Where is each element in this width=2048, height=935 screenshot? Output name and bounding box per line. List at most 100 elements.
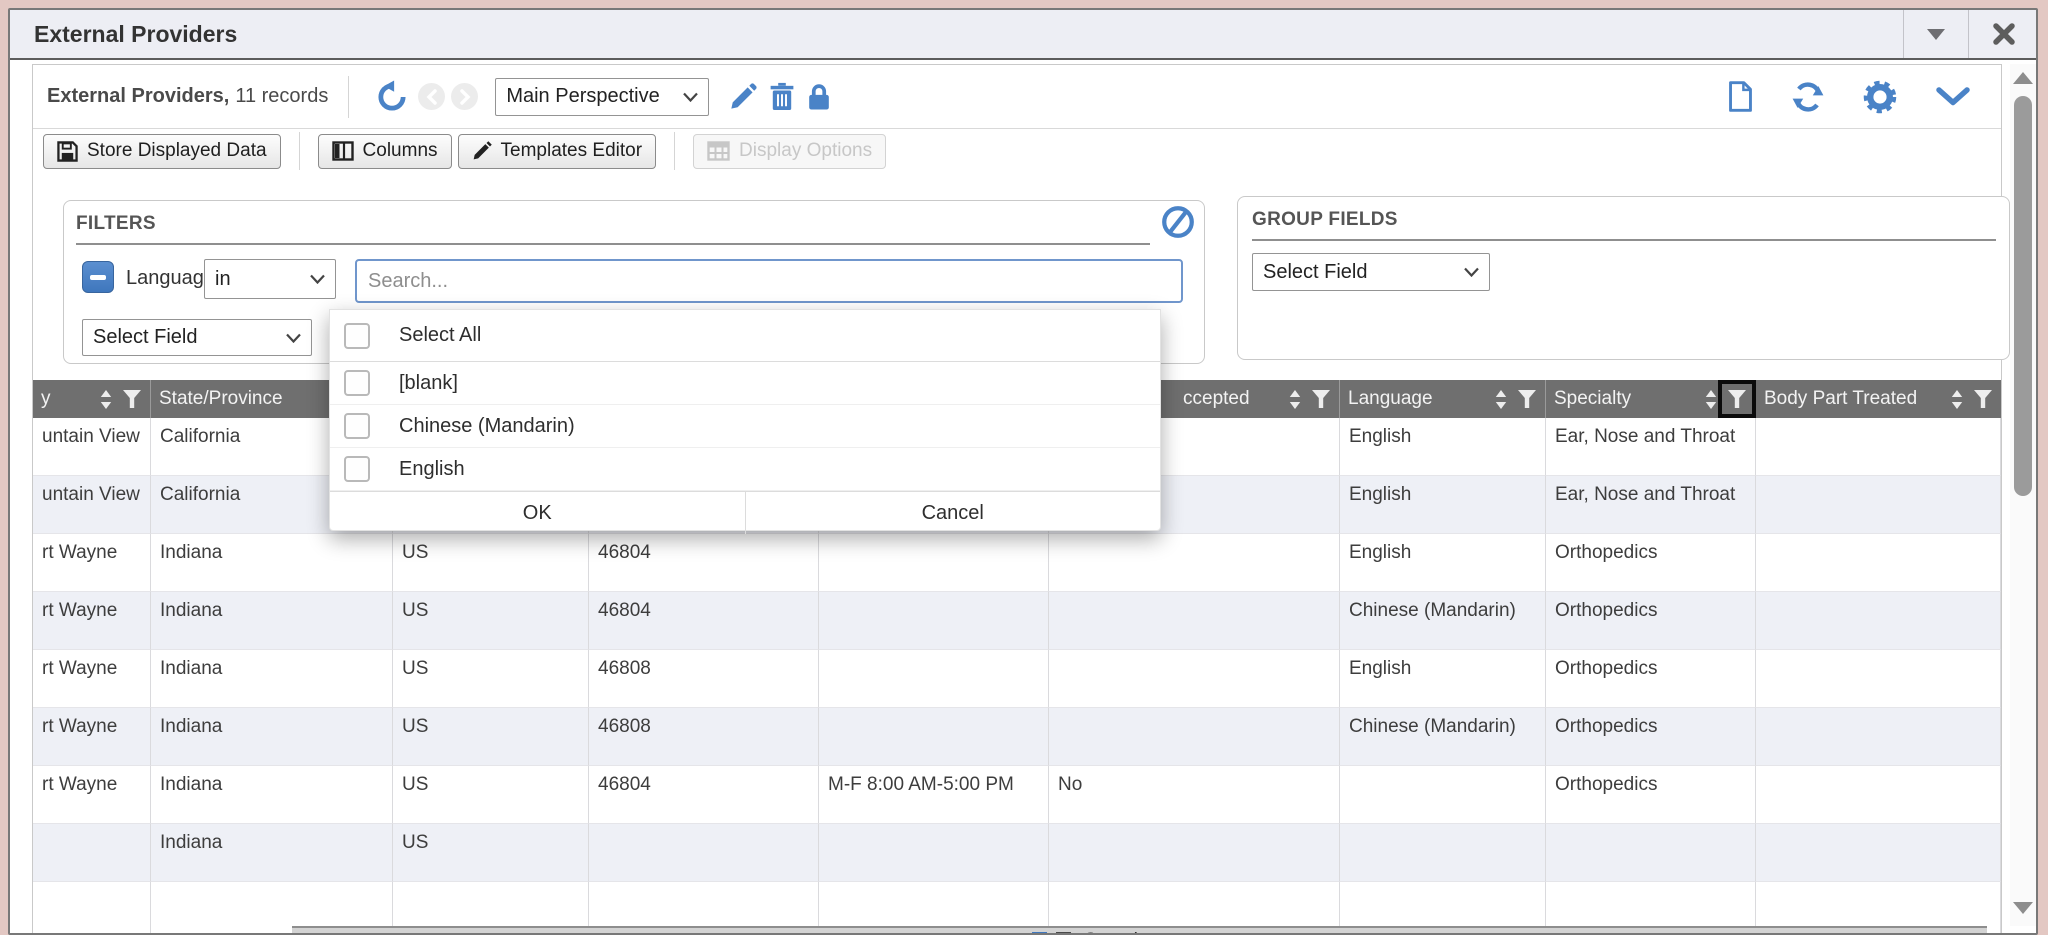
filter-icon[interactable]	[1517, 389, 1537, 409]
filter-icon[interactable]	[1727, 389, 1747, 409]
chevron-down-icon	[1935, 86, 1971, 107]
table-cell: untain View	[33, 418, 151, 476]
sort-icon[interactable]	[98, 388, 114, 411]
table-cell	[1049, 534, 1340, 592]
table-row[interactable]: IndianaUS	[33, 824, 2001, 882]
filter-option[interactable]: [blank]	[330, 362, 1160, 405]
column-header-city-truncated[interactable]: y	[33, 380, 151, 418]
sort-icon[interactable]	[1287, 388, 1303, 411]
record-summary-title: External Providers,	[47, 85, 229, 107]
chevron-left-icon	[426, 89, 438, 105]
refresh-button[interactable]	[1791, 81, 1825, 113]
vertical-scrollbar[interactable]	[2010, 64, 2036, 926]
dialog-title: External Providers	[34, 21, 237, 48]
filter-options-popup: Select All[blank]Chinese (Mandarin)Engli…	[329, 309, 1161, 531]
filter-option[interactable]: Select All	[330, 310, 1160, 362]
checkbox[interactable]	[344, 456, 370, 482]
close-icon	[1991, 21, 2017, 47]
dialog-content: External Providers,11 records Main Pers	[10, 60, 2036, 933]
table-cell: Orthopedics	[1546, 650, 1756, 708]
quick-search-label: Search	[1084, 930, 1144, 935]
scroll-up-arrow[interactable]	[2013, 72, 2033, 84]
table-cell	[1049, 824, 1340, 882]
sort-icon[interactable]	[1703, 388, 1719, 411]
table-row[interactable]: rt WayneIndianaUS46808Chinese (Mandarin)…	[33, 708, 2001, 766]
cancel-button[interactable]: Cancel	[746, 492, 1161, 534]
templates-editor-button[interactable]: Templates Editor	[458, 134, 657, 169]
scrollbar-thumb[interactable]	[2014, 96, 2032, 496]
store-displayed-data-button[interactable]: Store Displayed Data	[43, 134, 281, 169]
filter-option[interactable]: English	[330, 448, 1160, 491]
actions-row: Store Displayed Data Columns	[33, 129, 2001, 173]
add-filter-field-value: Select Field	[93, 326, 198, 349]
table-row[interactable]: rt WayneIndianaUS46804Chinese (Mandarin)…	[33, 592, 2001, 650]
table-cell	[819, 708, 1049, 766]
filter-search-input[interactable]	[355, 259, 1183, 303]
next-button[interactable]	[451, 83, 478, 110]
table-cell	[1340, 766, 1546, 824]
column-header-language[interactable]: Language	[1340, 380, 1546, 418]
new-document-button[interactable]	[1728, 81, 1753, 112]
table-cell: English	[1340, 534, 1546, 592]
templates-editor-label: Templates Editor	[501, 140, 643, 162]
table-row[interactable]: rt WayneIndianaUS46804EnglishOrthopedics	[33, 534, 2001, 592]
sort-icon[interactable]	[1493, 388, 1509, 411]
operator-select[interactable]: in	[204, 259, 336, 299]
language-filter-checkbox[interactable]	[82, 261, 114, 293]
checkbox[interactable]	[344, 413, 370, 439]
table-cell: US	[393, 766, 589, 824]
delete-perspective-button[interactable]	[769, 82, 795, 112]
perspective-select[interactable]: Main Perspective	[495, 78, 709, 116]
dialog-menu-button[interactable]	[1903, 10, 1968, 58]
chevron-down-icon	[1464, 267, 1479, 277]
settings-button[interactable]	[1863, 80, 1897, 114]
external-providers-dialog: External Providers External Providers,11…	[8, 8, 2038, 935]
collapse-icon[interactable]: ⌃	[1566, 931, 1579, 935]
chevron-right-icon	[459, 89, 471, 105]
save-icon	[57, 141, 78, 162]
table-cell: 46808	[589, 708, 819, 766]
clear-filters-button[interactable]	[1160, 204, 1196, 245]
ok-button[interactable]: OK	[330, 492, 746, 534]
table-cell: 46804	[589, 592, 819, 650]
column-header-body-part-treated[interactable]: Body Part Treated	[1756, 380, 2001, 418]
table-cell: rt Wayne	[33, 592, 151, 650]
group-field-select-value: Select Field	[1263, 261, 1368, 284]
undo-button[interactable]	[375, 80, 409, 114]
table-row[interactable]: rt WayneIndianaUS46804M-F 8:00 AM-5:00 P…	[33, 766, 2001, 824]
table-cell: rt Wayne	[33, 650, 151, 708]
filter-icon[interactable]	[122, 389, 142, 409]
divider	[76, 243, 1150, 245]
lock-perspective-button[interactable]	[807, 82, 831, 112]
table-cell: US	[393, 650, 589, 708]
previous-button[interactable]	[418, 83, 445, 110]
filter-icon[interactable]	[1973, 389, 1993, 409]
table-cell	[1756, 592, 2001, 650]
table-cell	[1756, 418, 2001, 476]
filter-icon[interactable]	[1311, 389, 1331, 409]
add-filter-field-select[interactable]: Select Field	[82, 319, 312, 356]
table-cell: Indiana	[151, 824, 393, 882]
column-header-specialty[interactable]: Specialty	[1546, 380, 1756, 418]
table-cell: M-F 8:00 AM-5:00 PM	[819, 766, 1049, 824]
group-field-select[interactable]: Select Field	[1252, 253, 1490, 291]
columns-button[interactable]: Columns	[318, 134, 452, 169]
table-cell: Orthopedics	[1546, 534, 1756, 592]
table-cell: Chinese (Mandarin)	[1340, 592, 1546, 650]
refresh-icon	[1791, 81, 1825, 113]
dialog-close-button[interactable]	[1968, 10, 2038, 58]
table-cell: Indiana	[151, 708, 393, 766]
checkbox[interactable]	[344, 323, 370, 349]
display-options-button[interactable]: Display Options	[693, 134, 886, 169]
collapse-panel-button[interactable]	[1935, 86, 1971, 107]
close-icon[interactable]: ✕	[1514, 931, 1527, 935]
checkbox[interactable]	[344, 370, 370, 396]
group-fields-panel: GROUP FIELDS Select Field	[1237, 196, 2010, 360]
edit-perspective-button[interactable]	[729, 83, 757, 111]
filter-option[interactable]: Chinese (Mandarin)	[330, 405, 1160, 448]
sort-icon[interactable]	[1949, 388, 1965, 411]
divider	[1252, 239, 1996, 241]
table-cell: Ear, Nose and Throat	[1546, 418, 1756, 476]
scroll-down-arrow[interactable]	[2013, 902, 2033, 914]
table-row[interactable]: rt WayneIndianaUS46808EnglishOrthopedics	[33, 650, 2001, 708]
